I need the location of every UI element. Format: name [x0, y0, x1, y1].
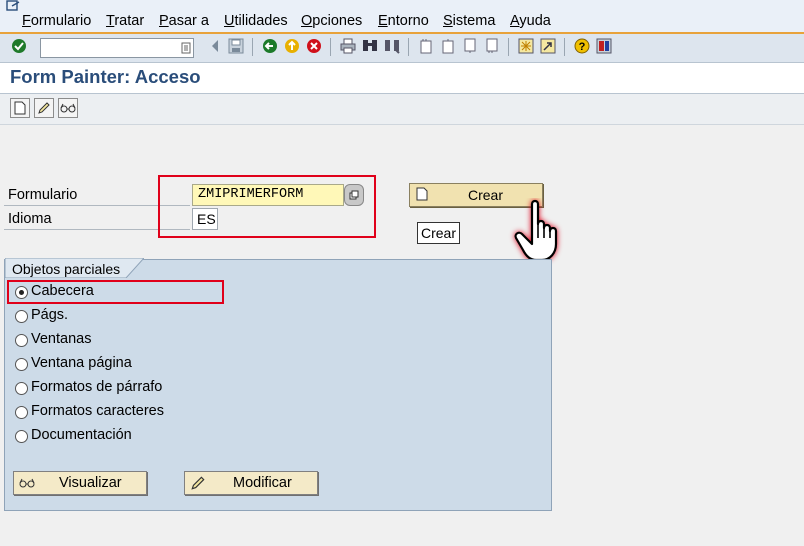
option-label: Formatos de párrafo [31, 379, 163, 395]
radio-ventana-pagina[interactable] [15, 358, 28, 371]
menu-tratar-rest: ratar [114, 13, 145, 29]
menu-formulario[interactable]: Formulario [22, 13, 91, 29]
radio-pags[interactable] [15, 310, 28, 323]
menu-pasar-a-rest: asar a [168, 13, 209, 29]
glasses-icon [60, 103, 76, 113]
form-label: Formulario [8, 187, 78, 203]
history-dropdown-icon[interactable] [181, 42, 191, 54]
find-icon[interactable] [362, 38, 378, 54]
menu-utilidades[interactable]: Utilidades [224, 13, 288, 29]
pencil-icon [191, 476, 205, 490]
menu-bar: Formulario Tratar Pasar a Utilidades Opc… [0, 0, 804, 34]
menu-tratar[interactable]: Tratar [106, 13, 144, 29]
shortcut-icon[interactable] [540, 38, 556, 54]
collapse-left-icon[interactable] [207, 38, 223, 54]
option-label: Formatos caracteres [31, 403, 164, 419]
find-next-icon[interactable] [384, 38, 400, 54]
toolbar-separator [330, 38, 331, 56]
create-icon-button[interactable] [10, 98, 30, 118]
back-icon[interactable] [262, 38, 278, 54]
menu-formulario-rest: ormulario [30, 13, 92, 29]
enter-check-icon[interactable] [11, 38, 27, 54]
menu-ayuda[interactable]: Ayuda [510, 13, 551, 29]
option-label: Ventanas [31, 331, 92, 347]
toolbar-separator [252, 38, 253, 56]
menu-opciones-rest: pciones [312, 13, 363, 29]
radio-formatos-parrafo[interactable] [15, 382, 28, 395]
display-button[interactable]: Visualizar [13, 471, 147, 495]
create-tooltip: Crear [417, 222, 461, 244]
hand-cursor-icon [514, 199, 558, 262]
create-button-label: Crear [468, 187, 504, 203]
pencil-icon [38, 102, 50, 114]
menu-sistema[interactable]: Sistema [443, 13, 495, 29]
menu-ayuda-rest: yuda [519, 13, 551, 29]
toolbar-separator [408, 38, 409, 56]
radio-ventanas[interactable] [15, 334, 28, 347]
language-label: Idioma [8, 211, 52, 227]
highlight-cabecera [7, 280, 224, 304]
application-toolbar [0, 94, 804, 125]
display-button-label: Visualizar [59, 475, 122, 491]
last-page-icon[interactable] [484, 38, 500, 54]
radio-formatos-caracteres[interactable] [15, 406, 28, 419]
exit-icon[interactable] [284, 38, 300, 54]
previous-page-icon[interactable] [440, 38, 456, 54]
change-icon-button[interactable] [34, 98, 54, 118]
menu-utilidades-rest: tilidades [234, 13, 288, 29]
print-icon[interactable] [340, 38, 356, 54]
radio-documentacion[interactable] [15, 430, 28, 443]
option-label: Págs. [31, 307, 69, 323]
page-title: Form Painter: Acceso [10, 66, 201, 87]
command-field[interactable] [40, 38, 194, 58]
svg-text:?: ? [579, 41, 586, 53]
menu-sistema-rest: istema [452, 13, 496, 29]
menu-entorno[interactable]: Entorno [378, 13, 429, 29]
layout-menu-icon[interactable] [596, 38, 612, 54]
first-page-icon[interactable] [418, 38, 434, 54]
save-icon[interactable] [228, 38, 244, 54]
toolbar-separator [508, 38, 509, 56]
group-title: Objetos parciales [12, 261, 121, 277]
glasses-icon [19, 478, 35, 488]
change-button[interactable]: Modificar [184, 471, 318, 495]
new-session-icon[interactable] [518, 38, 534, 54]
change-button-label: Modificar [233, 475, 292, 491]
toolbar-separator [564, 38, 565, 56]
standard-toolbar: ? [0, 34, 804, 63]
option-label: Documentación [31, 427, 132, 443]
menu-pasar-a[interactable]: Pasar a [159, 13, 209, 29]
new-document-icon [416, 187, 428, 201]
next-page-icon[interactable] [462, 38, 478, 54]
display-icon-button[interactable] [58, 98, 78, 118]
menu-entorno-rest: ntorno [387, 13, 429, 29]
help-icon[interactable]: ? [574, 38, 590, 54]
system-menu-icon[interactable] [6, 0, 20, 12]
option-label: Ventana página [31, 355, 132, 371]
menu-opciones[interactable]: Opciones [301, 13, 362, 29]
highlight-form-fields [158, 175, 376, 238]
new-document-icon [14, 101, 26, 115]
cancel-icon[interactable] [306, 38, 322, 54]
